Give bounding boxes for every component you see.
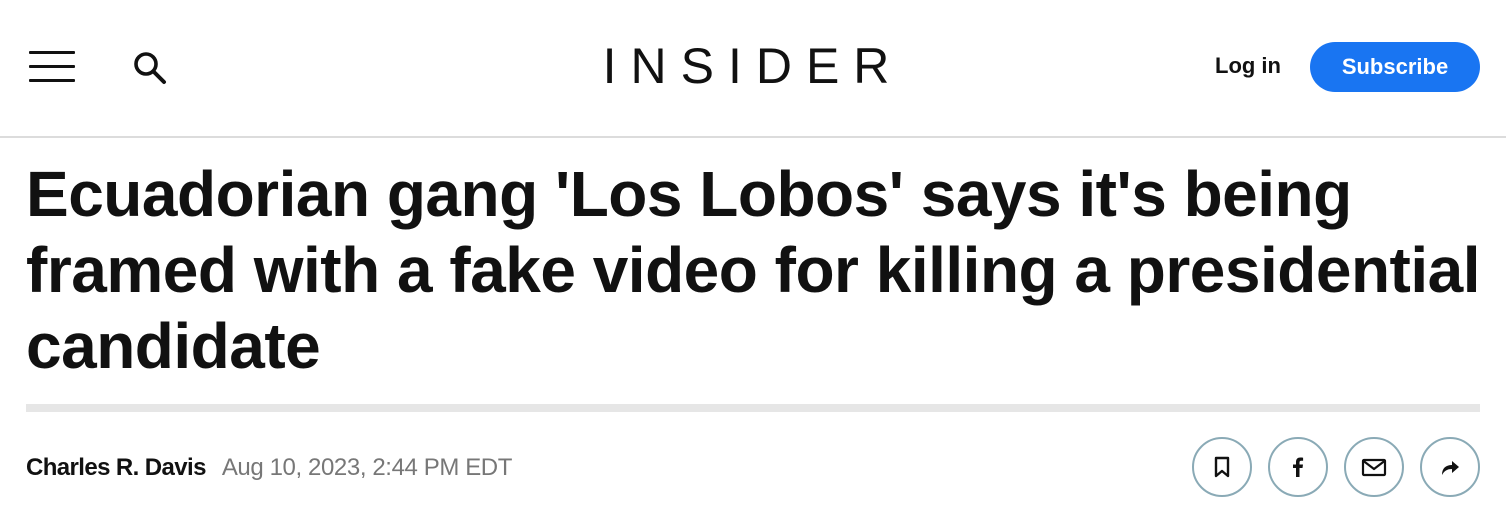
bookmark-button[interactable] (1192, 437, 1252, 497)
site-header: INSIDER Log in Subscribe (0, 0, 1506, 138)
facebook-share-button[interactable] (1268, 437, 1328, 497)
bookmark-icon (1214, 456, 1230, 478)
hamburger-menu-icon[interactable] (29, 51, 75, 83)
share-arrow-icon (1442, 461, 1459, 475)
email-share-button[interactable] (1344, 437, 1404, 497)
headline-divider (26, 404, 1480, 412)
share-button[interactable] (1420, 437, 1480, 497)
login-link[interactable]: Log in (1206, 48, 1290, 84)
publish-date: Aug 10, 2023, 2:44 PM EDT (221, 454, 513, 481)
hamburger-line (29, 51, 75, 54)
site-logo[interactable]: INSIDER (560, 36, 946, 96)
search-icon[interactable] (131, 49, 169, 87)
facebook-icon (1293, 457, 1304, 477)
email-icon (1361, 458, 1387, 477)
subscribe-button[interactable]: Subscribe (1310, 42, 1480, 92)
byline: Charles R. Davis Aug 10, 2023, 2:44 PM E… (26, 450, 512, 486)
hamburger-line (29, 79, 75, 82)
hamburger-line (29, 65, 75, 68)
author-name[interactable]: Charles R. Davis (26, 454, 206, 482)
article-headline: Ecuadorian gang 'Los Lobos' says it's be… (26, 158, 1481, 382)
